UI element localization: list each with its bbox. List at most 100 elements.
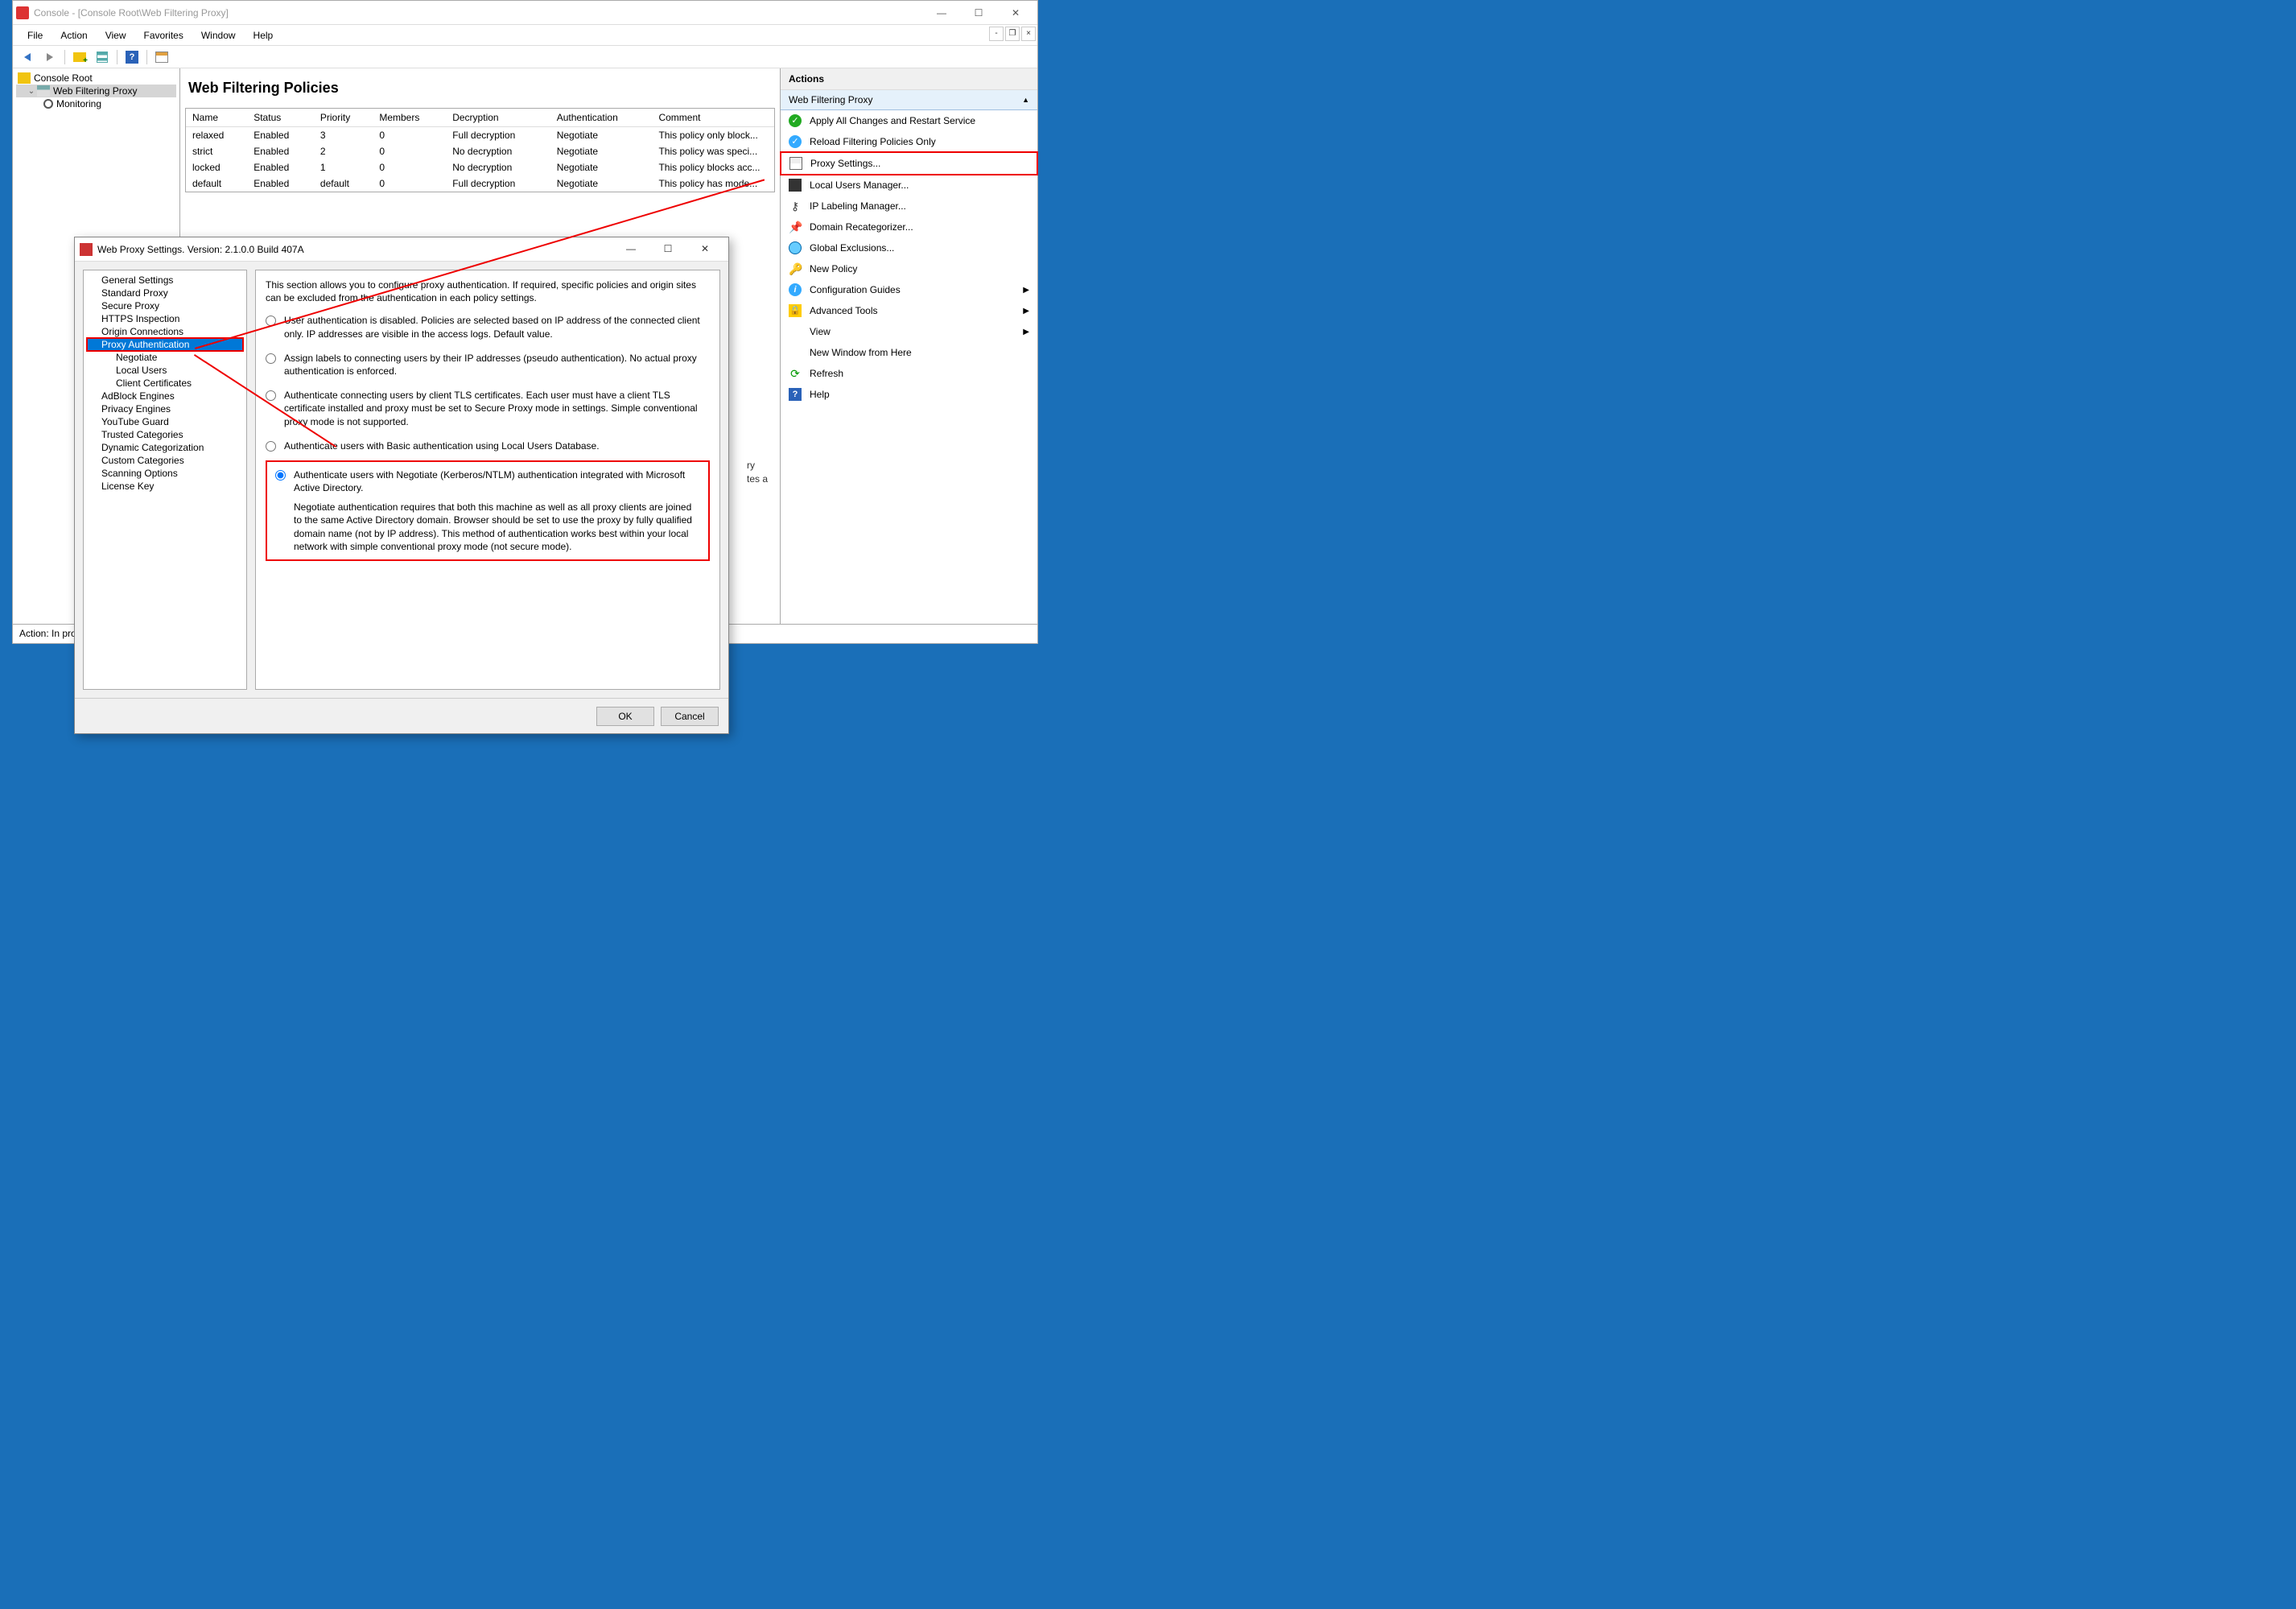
tree-monitoring[interactable]: Monitoring xyxy=(16,97,176,110)
tree-client-certificates[interactable]: Client Certificates xyxy=(87,377,243,390)
radio-pseudo[interactable] xyxy=(266,353,276,364)
actions-subheader[interactable]: Web Filtering Proxy ▲ xyxy=(781,90,1037,110)
action-advanced-tools[interactable]: 🔒Advanced Tools▶ xyxy=(781,300,1037,321)
action-global-exclusions[interactable]: Global Exclusions... xyxy=(781,237,1037,258)
menu-view[interactable]: View xyxy=(97,27,134,44)
dialog-title: Web Proxy Settings. Version: 2.1.0.0 Bui… xyxy=(97,244,612,255)
dialog-maximize-button[interactable]: ☐ xyxy=(649,241,686,258)
tree-label: Web Filtering Proxy xyxy=(53,85,137,97)
mdi-restore-button[interactable]: ❐ xyxy=(1005,27,1020,41)
tree-adblock-engines[interactable]: AdBlock Engines xyxy=(87,390,243,402)
menu-favorites[interactable]: Favorites xyxy=(136,27,192,44)
dialog-titlebar: Web Proxy Settings. Version: 2.1.0.0 Bui… xyxy=(75,237,728,262)
forward-button[interactable] xyxy=(40,48,60,66)
properties-button[interactable] xyxy=(93,48,112,66)
table-row[interactable]: strictEnabled20No decryptionNegotiateThi… xyxy=(186,143,774,159)
auth-option-tls[interactable]: Authenticate connecting users by client … xyxy=(266,389,710,428)
minimize-button[interactable]: — xyxy=(923,4,960,22)
dialog-minimize-button[interactable]: — xyxy=(612,241,649,258)
window-title: Console - [Console Root\Web Filtering Pr… xyxy=(34,7,923,19)
radio-negotiate[interactable] xyxy=(275,470,286,481)
tree-console-root[interactable]: Console Root xyxy=(16,72,176,85)
menubar: File Action View Favorites Window Help -… xyxy=(13,25,1037,46)
mdi-minimize-button[interactable]: - xyxy=(989,27,1004,41)
cancel-button[interactable]: Cancel xyxy=(661,707,719,726)
tree-proxy-authentication[interactable]: Proxy Authentication xyxy=(87,338,243,351)
tree-custom-categories[interactable]: Custom Categories xyxy=(87,454,243,467)
col-comment[interactable]: Comment xyxy=(652,109,774,127)
action-refresh[interactable]: ⟳Refresh xyxy=(781,363,1037,384)
table-header-row: Name Status Priority Members Decryption … xyxy=(186,109,774,127)
action-label: New Window from Here xyxy=(810,347,912,358)
menu-action[interactable]: Action xyxy=(52,27,95,44)
action-recategorizer[interactable]: 📌Domain Recategorizer... xyxy=(781,217,1037,237)
mdi-close-button[interactable]: × xyxy=(1021,27,1036,41)
action-apply-changes[interactable]: ✓Apply All Changes and Restart Service xyxy=(781,110,1037,131)
grid-icon xyxy=(97,52,108,63)
col-members[interactable]: Members xyxy=(373,109,446,127)
auth-option-basic[interactable]: Authenticate users with Basic authentica… xyxy=(266,439,710,452)
action-proxy-settings[interactable]: Proxy Settings... xyxy=(780,151,1038,175)
user-icon xyxy=(789,179,802,192)
action-view[interactable]: View▶ xyxy=(781,321,1037,342)
cell-auth: Negotiate xyxy=(550,143,653,159)
col-priority[interactable]: Priority xyxy=(314,109,373,127)
tree-negotiate[interactable]: Negotiate xyxy=(87,351,243,364)
auth-option-disabled[interactable]: User authentication is disabled. Policie… xyxy=(266,314,710,340)
dialog-close-button[interactable]: ✕ xyxy=(686,241,723,258)
action-config-guides[interactable]: iConfiguration Guides▶ xyxy=(781,279,1037,300)
cell-comment: This policy only block... xyxy=(652,127,774,144)
radio-label: Assign labels to connecting users by the… xyxy=(284,352,710,377)
menu-help[interactable]: Help xyxy=(245,27,282,44)
tree-web-filtering-proxy[interactable]: ⌄ Web Filtering Proxy xyxy=(16,85,176,97)
cell-status: Enabled xyxy=(247,143,314,159)
tree-https-inspection[interactable]: HTTPS Inspection xyxy=(87,312,243,325)
table-row[interactable]: relaxedEnabled30Full decryptionNegotiate… xyxy=(186,127,774,144)
auth-option-pseudo[interactable]: Assign labels to connecting users by the… xyxy=(266,352,710,377)
menu-window[interactable]: Window xyxy=(193,27,244,44)
action-new-window[interactable]: New Window from Here xyxy=(781,342,1037,363)
action-help[interactable]: ?Help xyxy=(781,384,1037,405)
tree-dynamic-categorization[interactable]: Dynamic Categorization xyxy=(87,441,243,454)
action-new-policy[interactable]: 🔑New Policy xyxy=(781,258,1037,279)
tree-privacy-engines[interactable]: Privacy Engines xyxy=(87,402,243,415)
tree-license-key[interactable]: License Key xyxy=(87,480,243,493)
tree-scanning-options[interactable]: Scanning Options xyxy=(87,467,243,480)
menu-file[interactable]: File xyxy=(19,27,51,44)
tree-standard-proxy[interactable]: Standard Proxy xyxy=(87,287,243,299)
radio-basic[interactable] xyxy=(266,441,276,452)
col-status[interactable]: Status xyxy=(247,109,314,127)
tree-local-users[interactable]: Local Users xyxy=(87,364,243,377)
action-reload-policies[interactable]: ✓Reload Filtering Policies Only xyxy=(781,131,1037,152)
col-name[interactable]: Name xyxy=(186,109,247,127)
show-hide-tree-button[interactable] xyxy=(70,48,89,66)
arrow-left-icon xyxy=(24,53,31,61)
blank-icon xyxy=(789,325,802,338)
tree-secure-proxy[interactable]: Secure Proxy xyxy=(87,299,243,312)
maximize-button[interactable]: ☐ xyxy=(960,4,997,22)
col-decryption[interactable]: Decryption xyxy=(446,109,550,127)
help-button[interactable]: ? xyxy=(122,48,142,66)
radio-tls[interactable] xyxy=(266,390,276,401)
col-auth[interactable]: Authentication xyxy=(550,109,653,127)
cell-members: 0 xyxy=(373,159,446,175)
table-row[interactable]: defaultEnableddefault0Full decryptionNeg… xyxy=(186,175,774,192)
tree-general-settings[interactable]: General Settings xyxy=(87,274,243,287)
radio-disabled[interactable] xyxy=(266,316,276,326)
auth-option-negotiate[interactable]: Authenticate users with Negotiate (Kerbe… xyxy=(275,468,700,553)
policies-table: Name Status Priority Members Decryption … xyxy=(185,108,775,192)
action-local-users[interactable]: Local Users Manager... xyxy=(781,175,1037,196)
tree-origin-connections[interactable]: Origin Connections xyxy=(87,325,243,338)
cell-comment: This policy has mode... xyxy=(652,175,774,192)
ok-button[interactable]: OK xyxy=(596,707,654,726)
list-button[interactable] xyxy=(152,48,171,66)
cell-decryption: Full decryption xyxy=(446,175,550,192)
cell-priority: 2 xyxy=(314,143,373,159)
table-row[interactable]: lockedEnabled10No decryptionNegotiateThi… xyxy=(186,159,774,175)
action-ip-labeling[interactable]: ⚷IP Labeling Manager... xyxy=(781,196,1037,217)
tree-youtube-guard[interactable]: YouTube Guard xyxy=(87,415,243,428)
radio-label: Authenticate connecting users by client … xyxy=(284,389,710,428)
back-button[interactable] xyxy=(18,48,37,66)
close-button[interactable]: ✕ xyxy=(997,4,1034,22)
tree-trusted-categories[interactable]: Trusted Categories xyxy=(87,428,243,441)
